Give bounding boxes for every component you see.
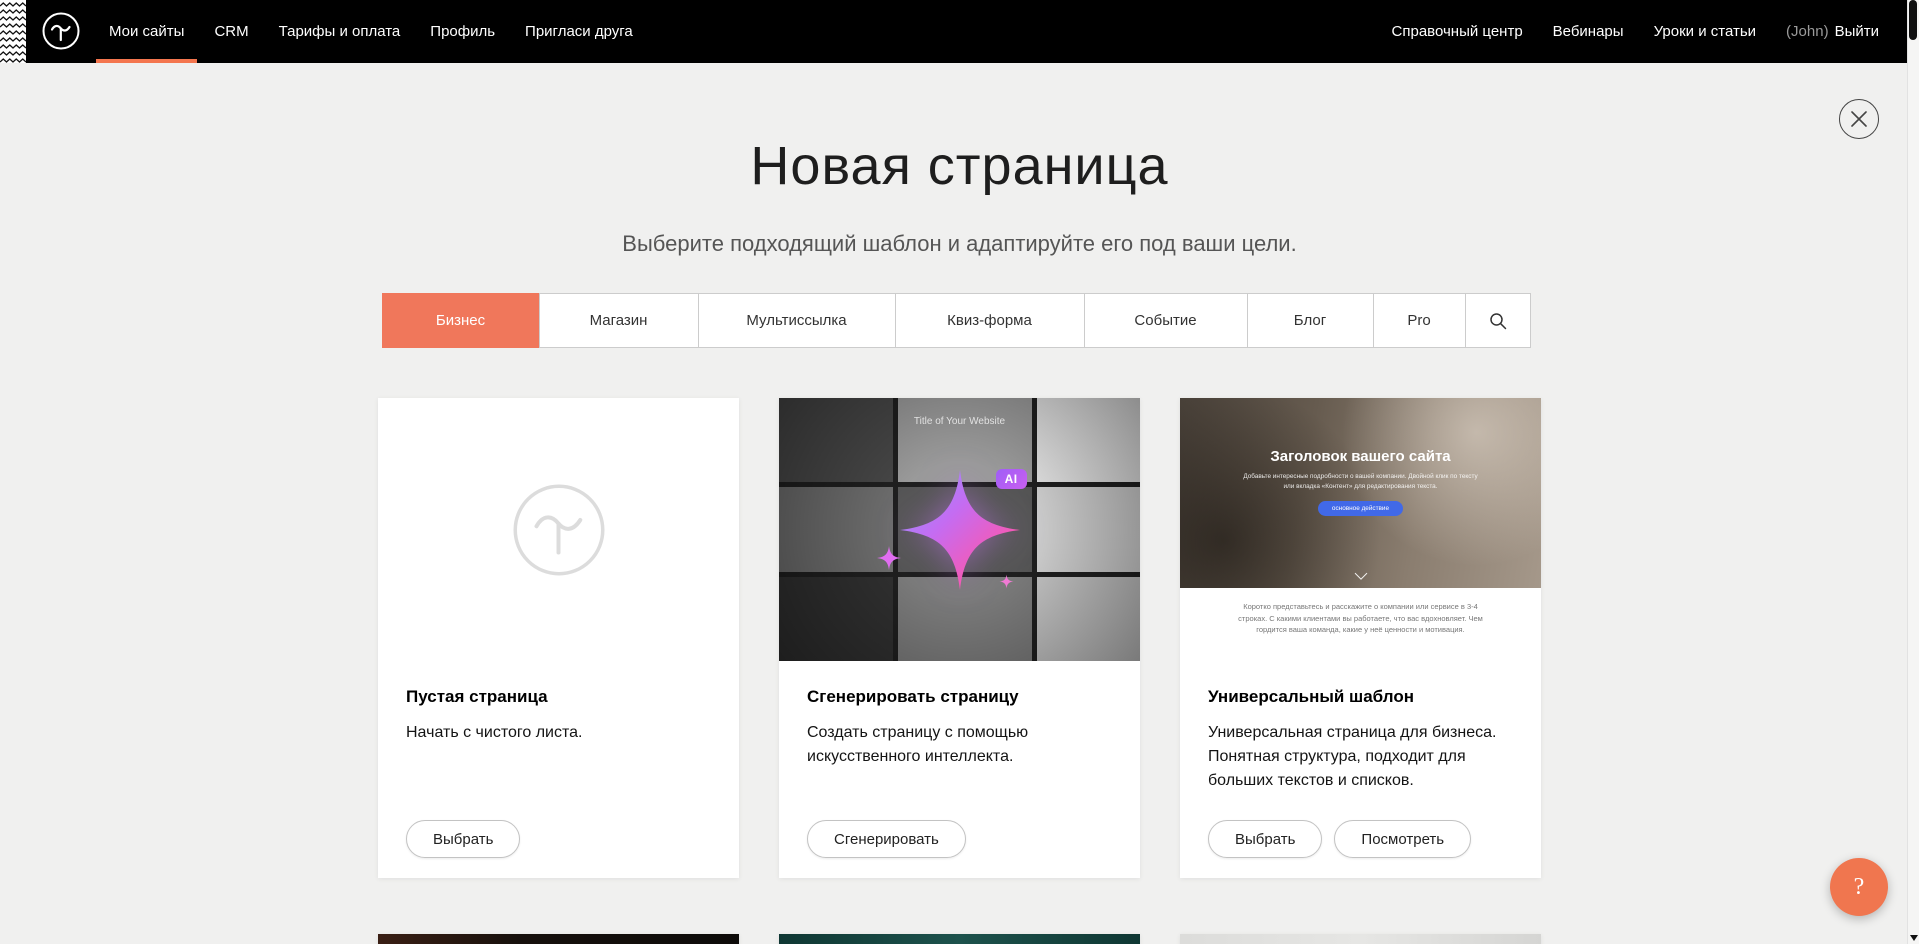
template-card-partial[interactable] — [378, 934, 739, 944]
tab-shop[interactable]: Магазин — [539, 293, 699, 348]
view-universal-button[interactable]: Посмотреть — [1334, 820, 1471, 858]
tab-pro[interactable]: Pro — [1373, 293, 1466, 348]
tilda-logo-icon — [41, 11, 81, 51]
nav-item-help-center[interactable]: Справочный центр — [1392, 0, 1523, 63]
primary-nav: Мои сайты CRM Тарифы и оплата Профиль Пр… — [109, 0, 663, 63]
tab-search[interactable] — [1465, 293, 1531, 348]
tab-multilink[interactable]: Мультиссылка — [698, 293, 896, 348]
template-category-tabs: Бизнес Магазин Мультиссылка Квиз-форма С… — [382, 293, 1538, 348]
zigzag-pattern — [0, 0, 26, 63]
scrollbar-down-arrow[interactable] — [1910, 935, 1918, 941]
preview-site-title: Title of Your Website — [779, 416, 1140, 427]
logout-link[interactable]: Выйти — [1835, 23, 1879, 40]
small-sparkle-icon — [999, 574, 1014, 589]
card-description: Универсальная страница для бизнеса. Поня… — [1208, 721, 1513, 793]
template-card-blank[interactable]: Пустая страница Начать с чистого листа. … — [378, 398, 739, 878]
nav-item-tutorials[interactable]: Уроки и статьи — [1654, 0, 1756, 63]
preview-body-section: Коротко представьтесь и расскажите о ком… — [1180, 588, 1541, 661]
nav-item-invite-friend[interactable]: Пригласи друга — [525, 0, 633, 63]
tab-quiz-form[interactable]: Квиз-форма — [895, 293, 1085, 348]
secondary-nav: Справочный центр Вебинары Уроки и статьи… — [1362, 0, 1919, 63]
template-card-universal[interactable]: Заголовок вашего сайта Добавьте интересн… — [1180, 398, 1541, 878]
preview-body-text: Коротко представьтесь и расскажите о ком… — [1231, 601, 1491, 636]
collage-tile — [779, 577, 893, 661]
page-scrollbar[interactable] — [1907, 0, 1919, 944]
card-title: Сгенерировать страницу — [807, 687, 1112, 707]
card-body: Универсальный шаблон Универсальная стран… — [1180, 661, 1541, 878]
page-subtitle: Выберите подходящий шаблон и адаптируйте… — [0, 231, 1919, 257]
nav-item-my-sites[interactable]: Мои сайты — [109, 0, 184, 63]
tilda-logo[interactable] — [41, 11, 81, 51]
page-title: Новая страница — [0, 135, 1919, 197]
nav-item-crm[interactable]: CRM — [214, 0, 248, 63]
card-actions: Выбрать — [406, 820, 520, 858]
template-card-partial[interactable] — [1180, 934, 1541, 944]
card-body: Пустая страница Начать с чистого листа. … — [378, 661, 739, 878]
collage-tile — [1037, 398, 1140, 482]
search-icon — [1489, 312, 1507, 330]
tab-business[interactable]: Бизнес — [382, 293, 540, 348]
card-body: Сгенерировать страницу Создать страницу … — [779, 661, 1140, 878]
nav-item-profile[interactable]: Профиль — [430, 0, 495, 63]
universal-card-preview: Заголовок вашего сайта Добавьте интересн… — [1180, 398, 1541, 661]
preview-action-button: основное действие — [1318, 501, 1403, 516]
user-area: (John) Выйти — [1786, 0, 1879, 63]
card-title: Пустая страница — [406, 687, 711, 707]
select-blank-button[interactable]: Выбрать — [406, 820, 520, 858]
template-card-partial[interactable] — [779, 934, 1140, 944]
tilda-watermark-icon — [509, 480, 609, 580]
collage-tile — [1037, 577, 1140, 661]
partial-card-preview — [378, 934, 739, 944]
tab-event[interactable]: Событие — [1084, 293, 1248, 348]
ai-badge: AI — [996, 469, 1027, 489]
preview-subtext: Добавьте интересные подробности о вашей … — [1241, 472, 1479, 491]
template-card-ai-generate[interactable]: Title of Your Website AI — [779, 398, 1140, 878]
user-name: (John) — [1786, 23, 1829, 40]
template-cards-row2 — [378, 934, 1541, 944]
nav-item-pricing[interactable]: Тарифы и оплата — [279, 0, 401, 63]
help-button[interactable]: ? — [1830, 858, 1888, 916]
partial-card-preview — [1180, 934, 1541, 944]
template-cards-grid: Пустая страница Начать с чистого листа. … — [378, 398, 1541, 878]
preview-hero-section: Заголовок вашего сайта Добавьте интересн… — [1180, 398, 1541, 588]
close-icon — [1851, 111, 1867, 127]
zigzag-icon — [0, 0, 26, 63]
collage-tile — [779, 398, 893, 482]
nav-item-webinars[interactable]: Вебинары — [1553, 0, 1624, 63]
select-universal-button[interactable]: Выбрать — [1208, 820, 1322, 858]
preview-heading: Заголовок вашего сайта — [1270, 448, 1450, 465]
card-actions: Выбрать Посмотреть — [1208, 820, 1471, 858]
blank-card-preview — [378, 398, 739, 661]
chevron-down-icon — [1354, 567, 1367, 580]
tab-blog[interactable]: Блог — [1247, 293, 1374, 348]
top-navbar: Мои сайты CRM Тарифы и оплата Профиль Пр… — [0, 0, 1919, 63]
ai-card-preview: Title of Your Website AI — [779, 398, 1140, 661]
scrollbar-thumb[interactable] — [1909, 0, 1917, 40]
close-button[interactable] — [1839, 99, 1879, 139]
card-actions: Сгенерировать — [807, 820, 966, 858]
collage-tile — [1037, 487, 1140, 571]
generate-page-button[interactable]: Сгенерировать — [807, 820, 966, 858]
card-description: Создать страницу с помощью искусственног… — [807, 721, 1112, 769]
card-title: Универсальный шаблон — [1208, 687, 1513, 707]
partial-card-preview — [779, 934, 1140, 944]
card-description: Начать с чистого листа. — [406, 721, 711, 745]
small-sparkle-icon — [876, 545, 902, 571]
